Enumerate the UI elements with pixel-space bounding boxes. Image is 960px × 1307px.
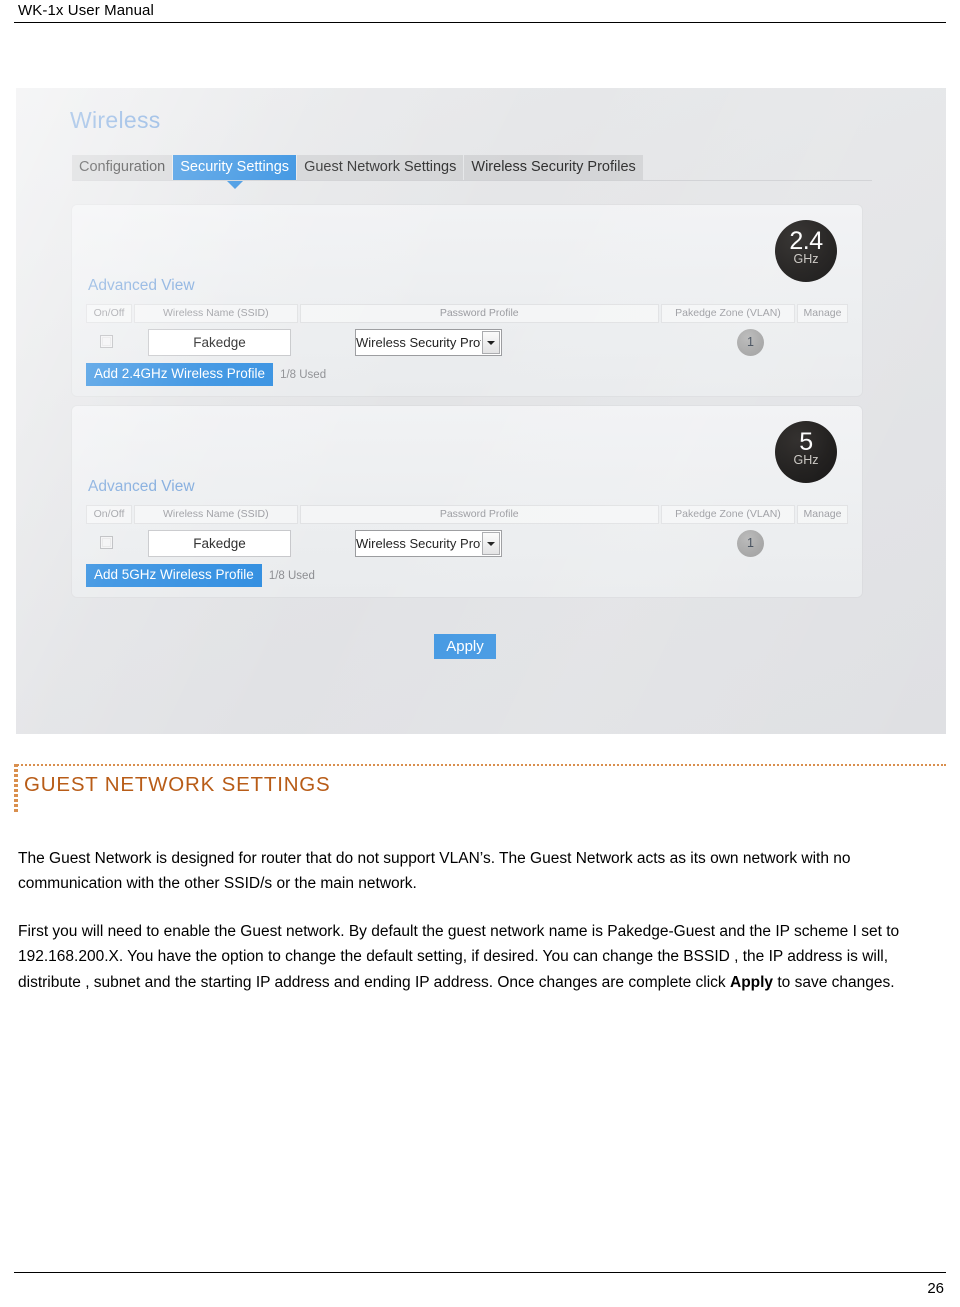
pakedge-zone-badge-5ghz[interactable]: 1 <box>737 530 764 557</box>
band-badge-2-4ghz-icon: 2.4 GHz <box>775 220 837 282</box>
band-card-2-4ghz: 2.4 GHz Advanced View On/Off Wireless Na… <box>72 205 862 396</box>
tab-wireless-security-profiles-label: Wireless Security Profiles <box>471 159 636 175</box>
column-header-pakedge-zone: Pakedge Zone (VLAN) <box>660 505 796 524</box>
onoff-checkbox-2-4ghz[interactable] <box>100 335 113 348</box>
column-header-password-profile: Password Profile <box>299 505 659 524</box>
add-5ghz-wireless-profile-button[interactable]: Add 5GHz Wireless Profile <box>86 564 262 587</box>
body-paragraph-2: First you will need to enable the Guest … <box>18 919 942 996</box>
tab-active-caret-icon <box>225 180 244 189</box>
tab-guest-network-settings-label: Guest Network Settings <box>304 159 457 175</box>
tab-wireless-security-profiles[interactable]: Wireless Security Profiles <box>464 155 643 180</box>
tab-bar: Configuration Security Settings Guest Ne… <box>72 155 644 189</box>
table-row: Fakedge Wireless Security Profile 1 1 <box>86 329 848 357</box>
chevron-down-icon[interactable] <box>482 331 500 354</box>
document-header-title: WK-1x User Manual <box>18 2 154 19</box>
column-header-onoff: On/Off <box>86 304 133 323</box>
password-profile-selected-value: Wireless Security Profile 1 <box>356 335 481 350</box>
section-accent-bar <box>14 764 18 812</box>
band-badge-unit: GHz <box>793 252 819 266</box>
ssid-input-5ghz[interactable]: Fakedge <box>148 530 291 557</box>
column-header-pakedge-zone: Pakedge Zone (VLAN) <box>660 304 796 323</box>
tab-configuration[interactable]: Configuration <box>72 155 173 180</box>
tab-security-settings[interactable]: Security Settings <box>173 155 297 189</box>
pakedge-zone-badge-2-4ghz[interactable]: 1 <box>737 329 764 356</box>
body-paragraph-1: The Guest Network is designed for router… <box>18 849 851 893</box>
profiles-used-label-2-4ghz: 1/8 Used <box>280 368 327 381</box>
document-header: WK-1x User Manual <box>0 0 960 26</box>
add-profile-row-2-4ghz: Add 2.4GHz Wireless Profile 1/8 Used <box>86 363 326 386</box>
column-header-row-2-4ghz: On/Off Wireless Name (SSID) Password Pro… <box>86 304 848 323</box>
chevron-down-icon[interactable] <box>482 532 500 555</box>
tab-guest-network-settings[interactable]: Guest Network Settings <box>297 155 464 180</box>
tab-configuration-label: Configuration <box>79 159 166 175</box>
ssid-input-2-4ghz[interactable]: Fakedge <box>148 329 291 356</box>
page-number: 26 <box>927 1280 944 1297</box>
profiles-used-label-5ghz: 1/8 Used <box>268 569 315 582</box>
body-paragraph-2-apply-emphasis: Apply <box>730 973 774 991</box>
apply-button[interactable]: Apply <box>434 634 496 659</box>
embedded-screenshot: Wireless Configuration Security Settings… <box>16 88 946 734</box>
body-paragraph-2-tail: to save changes. <box>773 973 895 991</box>
column-header-ssid: Wireless Name (SSID) <box>134 505 298 524</box>
advanced-view-link-2-4ghz[interactable]: Advanced View <box>88 277 195 295</box>
add-profile-row-5ghz: Add 5GHz Wireless Profile 1/8 Used <box>86 564 315 587</box>
table-row: Fakedge Wireless Security Profile 1 1 <box>86 530 848 558</box>
band-badge-value: 2.4 <box>789 227 823 255</box>
section-dotted-rule <box>14 764 946 766</box>
column-header-manage: Manage <box>797 505 848 524</box>
onoff-checkbox-5ghz[interactable] <box>100 536 113 549</box>
column-header-onoff: On/Off <box>86 505 133 524</box>
footer-divider <box>14 1272 946 1273</box>
column-header-ssid: Wireless Name (SSID) <box>134 304 298 323</box>
column-header-password-profile: Password Profile <box>299 304 659 323</box>
advanced-view-link-5ghz[interactable]: Advanced View <box>88 478 195 496</box>
band-badge-value: 5 <box>799 428 813 456</box>
band-badge-unit: GHz <box>793 453 819 467</box>
password-profile-select-2-4ghz[interactable]: Wireless Security Profile 1 <box>355 329 502 356</box>
password-profile-selected-value: Wireless Security Profile 1 <box>356 536 481 551</box>
password-profile-select-5ghz[interactable]: Wireless Security Profile 1 <box>355 530 502 557</box>
band-card-5ghz: 5 GHz Advanced View On/Off Wireless Name… <box>72 406 862 597</box>
column-header-row-5ghz: On/Off Wireless Name (SSID) Password Pro… <box>86 505 848 524</box>
header-divider <box>14 22 946 23</box>
tab-security-settings-label: Security Settings <box>180 159 290 175</box>
column-header-manage: Manage <box>797 304 848 323</box>
band-badge-5ghz-icon: 5 GHz <box>775 421 837 483</box>
app-page-title: Wireless <box>70 107 161 133</box>
tab-bar-divider <box>72 180 872 181</box>
add-2-4ghz-wireless-profile-button[interactable]: Add 2.4GHz Wireless Profile <box>86 363 274 386</box>
page-title: GUEST NETWORK SETTINGS <box>24 773 331 796</box>
